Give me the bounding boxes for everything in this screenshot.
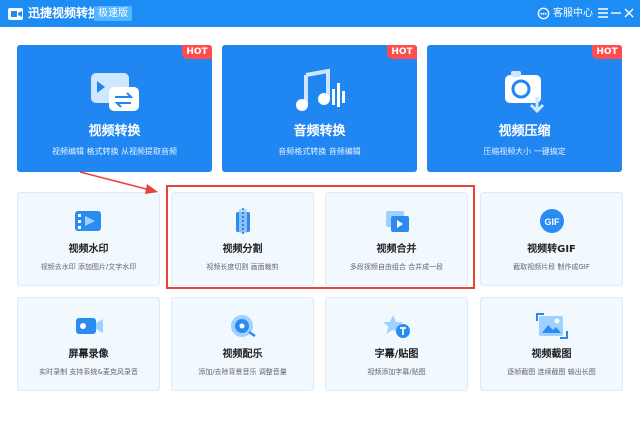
card-description: 视频编辑 格式转换 从视频提取音频 xyxy=(51,147,178,156)
card-audio-convert[interactable]: HOT 音频转换 音频格式转换 音频编辑 xyxy=(222,45,417,172)
title-bar: 迅捷视频转换器 极速版 客服中心 xyxy=(0,0,640,27)
hot-badge: HOT xyxy=(592,45,622,59)
card-title: 视频配乐 xyxy=(222,349,263,360)
video-gif-icon: GIF xyxy=(540,209,564,233)
card-title: 字幕/贴图 xyxy=(374,349,419,360)
card-title: 视频水印 xyxy=(68,244,109,255)
card-description: 实时录制 支持系统&麦克风录音 xyxy=(39,368,138,376)
video-convert-icon xyxy=(91,73,139,111)
customer-service-link[interactable]: 客服中心 xyxy=(553,7,593,20)
video-music-icon xyxy=(231,315,256,338)
card-title: 视频转GIF xyxy=(527,244,576,255)
highlight-box xyxy=(166,185,475,289)
video-screenshot-icon xyxy=(536,313,568,339)
card-video-watermark[interactable]: 视频水印 视频去水印 添加图片/文字水印 xyxy=(17,192,160,286)
card-video-compress[interactable]: HOT 视频压缩 压缩视频大小 一键搞定 xyxy=(427,45,622,172)
gif-icon-text: GIF xyxy=(545,217,561,227)
video-watermark-icon xyxy=(75,211,101,231)
hot-badge: HOT xyxy=(387,45,417,59)
edition-badge: 极速版 xyxy=(94,6,132,21)
customer-service-icon[interactable] xyxy=(537,7,550,20)
card-screen-record[interactable]: 屏幕录像 实时录制 支持系统&麦克风录音 xyxy=(17,297,160,391)
card-description: 逐帧截图 连续截图 输出长图 xyxy=(507,368,596,376)
screen-record-icon xyxy=(76,318,103,334)
card-description: 截取视频片段 制作成GIF xyxy=(513,263,590,271)
card-description: 视频添加字幕/贴图 xyxy=(367,368,426,376)
app-logo-icon xyxy=(8,8,23,20)
card-title: 音频转换 xyxy=(293,124,346,139)
subtitle-sticker-icon xyxy=(383,315,410,338)
card-video-convert[interactable]: HOT 视频转换 视频编辑 格式转换 从视频提取音频 xyxy=(17,45,212,172)
hot-badge: HOT xyxy=(182,45,212,59)
card-description: 压缩视频大小 一键搞定 xyxy=(483,147,566,156)
card-title: 视频截图 xyxy=(531,349,572,360)
card-description: 视频去水印 添加图片/文字水印 xyxy=(40,263,137,271)
card-subtitle-sticker[interactable]: 字幕/贴图 视频添加字幕/贴图 xyxy=(325,297,468,391)
card-description: 添加/去除背景音乐 调整音量 xyxy=(198,368,287,376)
card-video-screenshot[interactable]: 视频截图 逐帧截图 连续截图 输出长图 xyxy=(480,297,623,391)
card-title: 屏幕录像 xyxy=(68,349,109,360)
video-compress-icon xyxy=(505,71,545,114)
card-video-gif[interactable]: GIF 视频转GIF 截取视频片段 制作成GIF xyxy=(480,192,623,286)
card-title: 视频压缩 xyxy=(498,124,551,139)
card-video-music[interactable]: 视频配乐 添加/去除背景音乐 调整音量 xyxy=(171,297,314,391)
audio-convert-icon xyxy=(296,68,345,111)
close-icon[interactable] xyxy=(621,5,637,21)
card-title: 视频转换 xyxy=(88,124,141,139)
card-description: 音频格式转换 音频编辑 xyxy=(278,147,361,156)
